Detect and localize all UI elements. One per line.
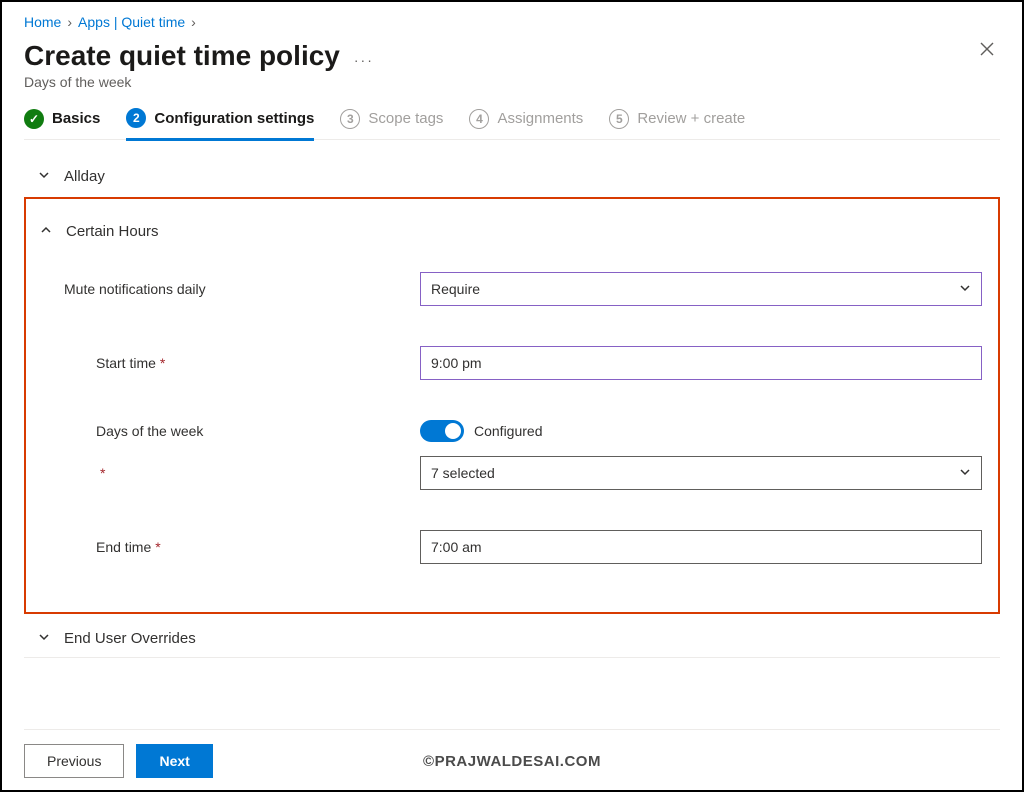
section-title: Certain Hours: [66, 223, 159, 240]
required-indicator: *: [155, 539, 160, 555]
chevron-right-icon: ›: [191, 14, 196, 30]
close-button[interactable]: [978, 40, 996, 61]
step-basics[interactable]: ✓ Basics: [24, 109, 100, 139]
step-label: Assignments: [497, 110, 583, 127]
chevron-right-icon: ›: [67, 14, 72, 30]
watermark-text: ©PRAJWALDESAI.COM: [423, 753, 601, 770]
chevron-down-icon: [959, 465, 971, 481]
section-certain-hours-highlighted: Certain Hours Mute notifications daily R…: [24, 197, 1000, 614]
start-time-input[interactable]: 9:00 pm: [420, 346, 982, 380]
section-title: End User Overrides: [64, 630, 196, 647]
input-value: 7:00 am: [431, 539, 482, 555]
select-value: Require: [431, 281, 480, 297]
end-time-input[interactable]: 7:00 am: [420, 530, 982, 564]
previous-button[interactable]: Previous: [24, 744, 124, 778]
days-configured-toggle[interactable]: [420, 420, 464, 442]
step-label: Review + create: [637, 110, 745, 127]
days-selected-dropdown[interactable]: 7 selected: [420, 456, 982, 490]
input-value: 9:00 pm: [431, 355, 482, 371]
next-button[interactable]: Next: [136, 744, 212, 778]
section-title: Allday: [64, 168, 105, 185]
breadcrumb-apps-quiet-time[interactable]: Apps | Quiet time: [78, 14, 185, 30]
required-indicator: *: [160, 355, 165, 371]
chevron-down-icon: [38, 168, 50, 185]
step-label: Scope tags: [368, 110, 443, 127]
mute-notifications-label: Mute notifications daily: [40, 281, 420, 297]
step-number: 3: [340, 109, 360, 129]
step-number: 4: [469, 109, 489, 129]
step-review-create[interactable]: 5 Review + create: [609, 109, 745, 139]
breadcrumb: Home › Apps | Quiet time ›: [24, 10, 1000, 30]
chevron-up-icon: [40, 223, 52, 240]
wizard-steps: ✓ Basics 2 Configuration settings 3 Scop…: [24, 108, 1000, 140]
step-number: 2: [126, 108, 146, 128]
days-of-week-label: Days of the week: [40, 423, 420, 439]
check-icon: ✓: [24, 109, 44, 129]
select-value: 7 selected: [431, 465, 495, 481]
page-subtitle: Days of the week: [24, 74, 1000, 90]
chevron-down-icon: [38, 630, 50, 647]
chevron-down-icon: [959, 281, 971, 297]
days-select-label: *: [40, 465, 420, 481]
mute-notifications-select[interactable]: Require: [420, 272, 982, 306]
end-time-label: End time*: [40, 539, 420, 555]
section-end-user-overrides-header[interactable]: End User Overrides: [24, 620, 1000, 658]
section-certain-hours-header[interactable]: Certain Hours: [40, 213, 984, 250]
step-assignments[interactable]: 4 Assignments: [469, 109, 583, 139]
breadcrumb-home[interactable]: Home: [24, 14, 61, 30]
step-config-settings[interactable]: 2 Configuration settings: [126, 108, 314, 141]
section-allday-header[interactable]: Allday: [24, 158, 1000, 195]
step-scope-tags[interactable]: 3 Scope tags: [340, 109, 443, 139]
more-button[interactable]: ···: [354, 52, 374, 68]
step-label: Basics: [52, 110, 100, 127]
step-label: Configuration settings: [154, 110, 314, 127]
required-indicator: *: [100, 465, 105, 481]
step-number: 5: [609, 109, 629, 129]
toggle-label: Configured: [474, 423, 543, 439]
start-time-label: Start time*: [40, 355, 420, 371]
page-title: Create quiet time policy: [24, 40, 340, 72]
